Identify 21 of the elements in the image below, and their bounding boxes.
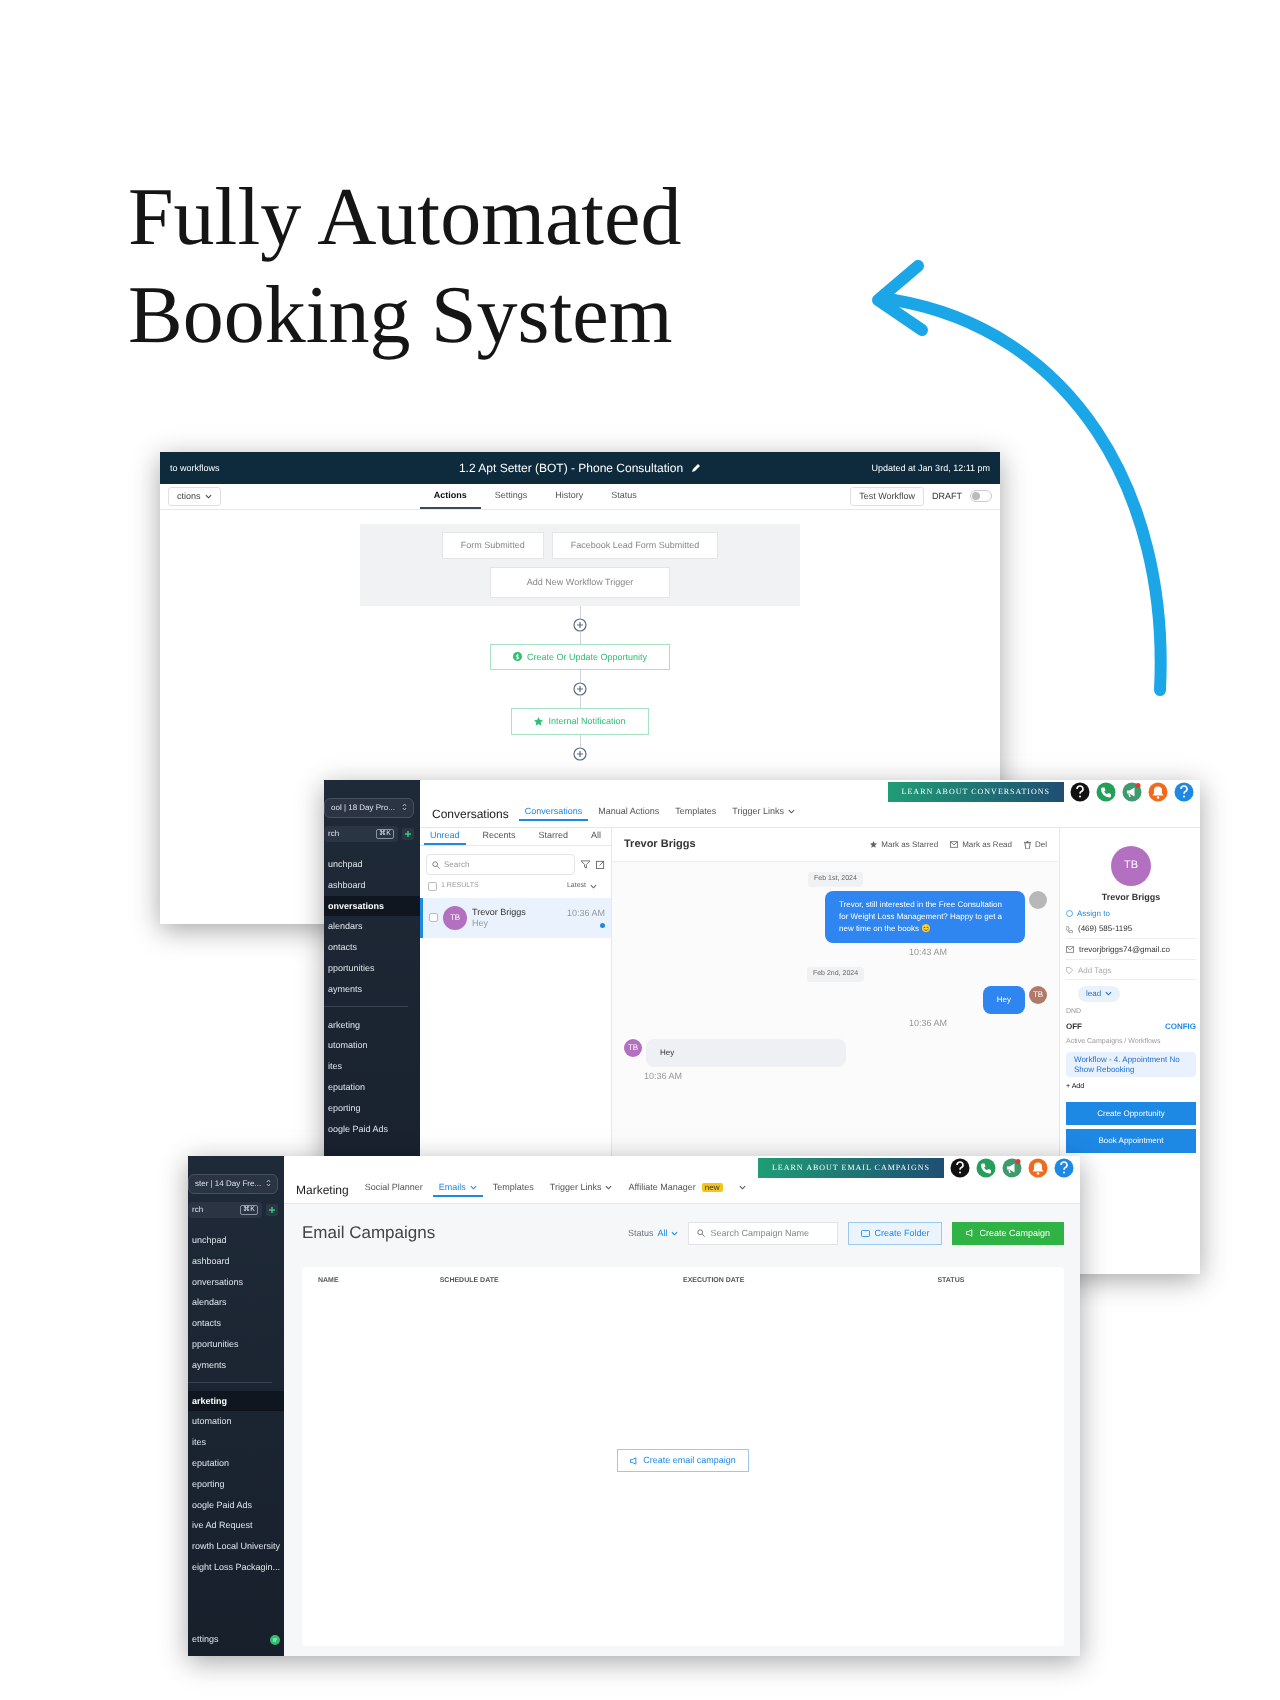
pencil-icon[interactable]	[691, 463, 702, 473]
add-icon[interactable]	[402, 827, 414, 840]
megaphone-icon[interactable]	[1002, 1158, 1022, 1178]
page-title: Email Campaigns	[302, 1223, 438, 1244]
megaphone-icon[interactable]	[1122, 782, 1142, 802]
publish-toggle[interactable]	[970, 490, 992, 503]
add-icon[interactable]	[266, 1203, 278, 1216]
row-checkbox[interactable]	[429, 913, 438, 923]
select-all-checkbox[interactable]	[428, 882, 437, 892]
chat-icon[interactable]	[270, 1634, 280, 1645]
help-icon[interactable]	[950, 1158, 970, 1178]
bell-icon[interactable]	[1028, 1158, 1048, 1178]
add-step-icon[interactable]	[573, 747, 587, 762]
headline: Fully Automated Booking System	[128, 168, 684, 365]
help-icon[interactable]	[1070, 782, 1090, 802]
star-icon	[870, 841, 878, 849]
dollar-icon	[512, 652, 522, 662]
add-step-icon[interactable]	[573, 682, 587, 697]
star-icon	[534, 717, 544, 727]
add-step-icon[interactable]	[573, 617, 587, 632]
bell-icon[interactable]	[1148, 782, 1168, 802]
